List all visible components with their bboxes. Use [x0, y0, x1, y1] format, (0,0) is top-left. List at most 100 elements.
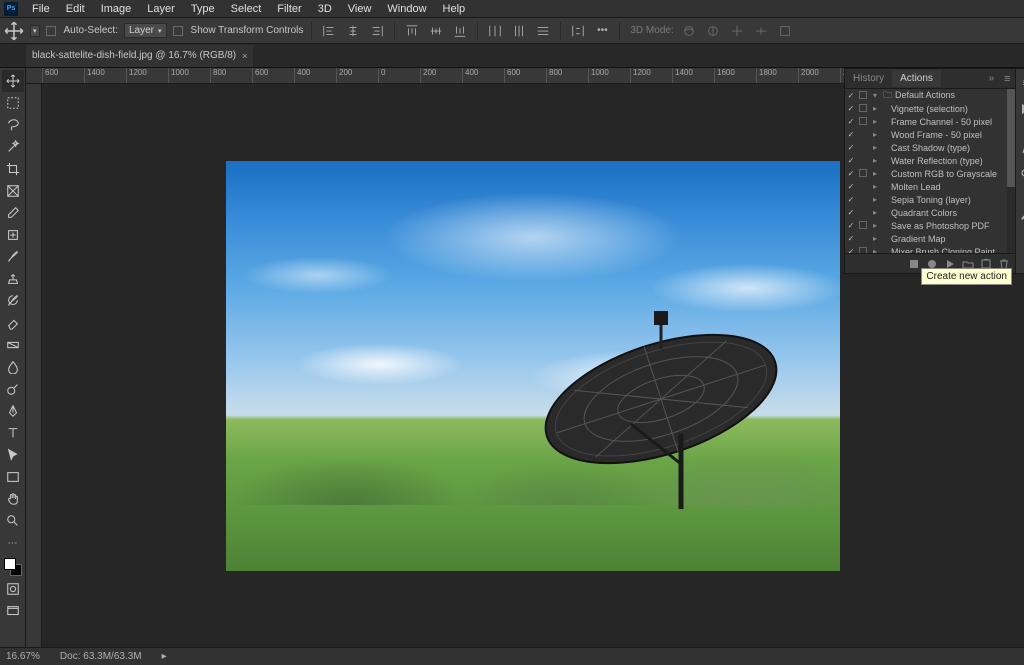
distribute-vertical-icon[interactable]: [534, 22, 552, 40]
action-label: Gradient Map: [881, 234, 1007, 244]
panel-collapse-icon[interactable]: »: [983, 73, 1001, 84]
menu-image[interactable]: Image: [93, 1, 140, 17]
rectangle-tool[interactable]: [2, 466, 24, 488]
hand-tool[interactable]: [2, 488, 24, 510]
menu-type[interactable]: Type: [183, 1, 223, 17]
align-right-edges-icon[interactable]: [368, 22, 386, 40]
blur-tool[interactable]: [2, 356, 24, 378]
3d-pan-icon: [728, 22, 746, 40]
action-label: Quadrant Colors: [881, 208, 1007, 218]
pen-tool[interactable]: [2, 400, 24, 422]
magic-wand-tool[interactable]: [2, 136, 24, 158]
doc-info[interactable]: Doc: 63.3M/63.3M: [60, 651, 142, 662]
align-vertical-centers-icon[interactable]: [427, 22, 445, 40]
history-tab[interactable]: History: [845, 70, 892, 87]
screen-mode-icon[interactable]: [2, 600, 24, 622]
gradient-tool[interactable]: [2, 334, 24, 356]
crop-tool[interactable]: [2, 158, 24, 180]
panel-menu-icon[interactable]: ≡: [1000, 73, 1014, 85]
document-tab-title: black-sattelite-dish-field.jpg @ 16.7% (…: [32, 50, 236, 61]
action-row[interactable]: ✓▸Molten Lead: [845, 180, 1007, 193]
brush-panel-icon[interactable]: [1016, 205, 1024, 225]
align-bottom-edges-icon[interactable]: [451, 22, 469, 40]
action-label: Sepia Toning (layer): [881, 195, 1007, 205]
path-selection-tool[interactable]: [2, 444, 24, 466]
action-row[interactable]: ✓▸Water Reflection (type): [845, 154, 1007, 167]
menu-view[interactable]: View: [340, 1, 380, 17]
dodge-tool[interactable]: [2, 378, 24, 400]
action-row[interactable]: ✓▸Mixer Brush Cloning Paint …: [845, 245, 1007, 253]
action-row[interactable]: ✓▸Wood Frame - 50 pixel: [845, 128, 1007, 141]
eraser-tool[interactable]: [2, 312, 24, 334]
auto-select-target-dropdown[interactable]: Layer▾: [124, 23, 167, 38]
menu-select[interactable]: Select: [223, 1, 270, 17]
close-tab-icon[interactable]: ×: [242, 51, 247, 61]
distribute-more-icon[interactable]: [569, 22, 587, 40]
action-row[interactable]: ✓▸Custom RGB to Grayscale: [845, 167, 1007, 180]
eyedropper-tool[interactable]: [2, 202, 24, 224]
frame-tool[interactable]: [2, 180, 24, 202]
distribute-spacing-icon[interactable]: [510, 22, 528, 40]
action-label: Custom RGB to Grayscale: [881, 169, 1007, 179]
distribute-horizontal-icon[interactable]: [486, 22, 504, 40]
align-more-icon[interactable]: •••: [593, 22, 611, 40]
color-swatches[interactable]: [4, 558, 22, 576]
action-row[interactable]: ✓▸Save as Photoshop PDF: [845, 219, 1007, 232]
status-bar: 16.67% Doc: 63.3M/63.3M ▸: [0, 647, 1024, 665]
menu-filter[interactable]: Filter: [269, 1, 309, 17]
zoom-level[interactable]: 16.67%: [6, 651, 40, 662]
edit-toolbar-icon[interactable]: ⋯: [2, 532, 24, 554]
vertical-ruler: [26, 84, 42, 647]
history-brush-tool[interactable]: [2, 290, 24, 312]
document-tab[interactable]: black-sattelite-dish-field.jpg @ 16.7% (…: [26, 45, 253, 67]
menu-bar: FileEditImageLayerTypeSelectFilter3DView…: [0, 0, 1024, 18]
action-set-row[interactable]: ✓▾Default Actions: [845, 89, 1007, 102]
action-label: Wood Frame - 50 pixel: [881, 130, 1007, 140]
align-left-edges-icon[interactable]: [320, 22, 338, 40]
type-tool[interactable]: [2, 422, 24, 444]
menu-window[interactable]: Window: [379, 1, 434, 17]
doc-info-flyout-icon[interactable]: ▸: [162, 651, 167, 662]
document-tab-bar: black-sattelite-dish-field.jpg @ 16.7% (…: [0, 44, 1024, 68]
play-actions-icon[interactable]: [1016, 99, 1024, 119]
move-tool[interactable]: [2, 70, 24, 92]
menu-3d[interactable]: 3D: [310, 1, 340, 17]
action-row[interactable]: ✓▸Quadrant Colors: [845, 206, 1007, 219]
lasso-tool[interactable]: [2, 114, 24, 136]
menu-help[interactable]: Help: [435, 1, 474, 17]
marquee-tool[interactable]: [2, 92, 24, 114]
actions-panel: History Actions » ≡ ✓▾Default Actions✓▸V…: [844, 68, 1016, 274]
character-panel-icon[interactable]: [1016, 139, 1024, 159]
brush-tool[interactable]: [2, 246, 24, 268]
action-row[interactable]: ✓▸Cast Shadow (type): [845, 141, 1007, 154]
3d-orbit-icon: [680, 22, 698, 40]
paragraph-panel-icon[interactable]: [1016, 165, 1024, 185]
auto-select-label: Auto-Select:: [64, 25, 118, 36]
collapsed-panel-menu-icon[interactable]: ≡: [1016, 73, 1024, 93]
healing-brush-tool[interactable]: [2, 224, 24, 246]
menu-layer[interactable]: Layer: [139, 1, 183, 17]
show-transform-checkbox[interactable]: [173, 26, 183, 36]
actions-tab[interactable]: Actions: [892, 70, 941, 87]
zoom-tool[interactable]: [2, 510, 24, 532]
menu-edit[interactable]: Edit: [58, 1, 93, 17]
tools-panel: ⋯: [0, 68, 26, 647]
action-row[interactable]: ✓▸Frame Channel - 50 pixel: [845, 115, 1007, 128]
menu-file[interactable]: File: [24, 1, 58, 17]
3d-roll-icon: [704, 22, 722, 40]
actions-scrollbar[interactable]: [1007, 89, 1015, 253]
stop-icon[interactable]: [907, 257, 921, 271]
mode-3d-label: 3D Mode:: [630, 25, 673, 36]
action-label: Save as Photoshop PDF: [881, 221, 1007, 231]
align-horizontal-centers-icon[interactable]: [344, 22, 362, 40]
align-top-edges-icon[interactable]: [403, 22, 421, 40]
action-row[interactable]: ✓▸Vignette (selection): [845, 102, 1007, 115]
clone-stamp-tool[interactable]: [2, 268, 24, 290]
action-row[interactable]: ✓▸Sepia Toning (layer): [845, 193, 1007, 206]
quick-mask-icon[interactable]: [2, 578, 24, 600]
actions-list[interactable]: ✓▾Default Actions✓▸Vignette (selection)✓…: [845, 89, 1007, 253]
action-set-label: Default Actions: [881, 89, 1007, 104]
tool-preset-dropdown[interactable]: ▾: [30, 25, 40, 37]
action-row[interactable]: ✓▸Gradient Map: [845, 232, 1007, 245]
auto-select-checkbox[interactable]: [46, 26, 56, 36]
